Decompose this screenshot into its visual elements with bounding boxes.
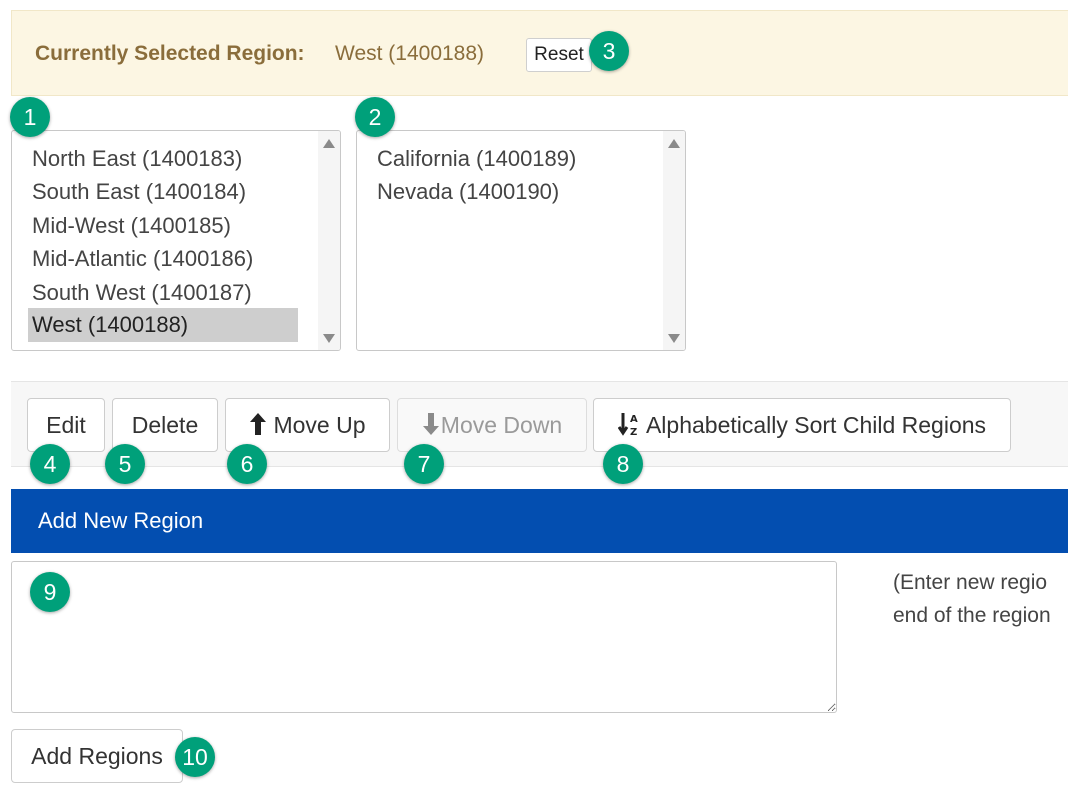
arrow-up-icon: [250, 413, 267, 435]
help-line: end of the region: [893, 604, 1051, 627]
region-toolbar: Edit Delete Move Up Move Down A Z Alphab…: [11, 381, 1068, 467]
sort-alpha-icon: A Z: [617, 413, 638, 438]
add-region-header: Add New Region: [11, 489, 1068, 553]
selected-region-value: West (1400188): [335, 42, 485, 65]
add-regions-button[interactable]: Add Regions: [11, 729, 183, 783]
child-list-scrollbar[interactable]: [663, 131, 685, 350]
region-option[interactable]: North East (1400183): [28, 142, 246, 176]
region-option[interactable]: Mid-Atlantic (1400186): [28, 242, 257, 276]
sort-child-regions-button[interactable]: A Z Alphabetically Sort Child Regions: [593, 398, 1011, 452]
scroll-down-arrow-icon[interactable]: [323, 334, 335, 343]
region-option-selected[interactable]: West (1400188): [28, 308, 298, 342]
scroll-up-arrow-icon[interactable]: [323, 139, 335, 148]
move-down-label: Move Down: [440, 412, 563, 438]
region-option[interactable]: Mid-West (1400185): [28, 209, 235, 243]
region-list-scrollbar[interactable]: [318, 131, 340, 350]
sort-label: Alphabetically Sort Child Regions: [645, 412, 987, 438]
arrow-down-icon: [422, 413, 439, 435]
child-region-option[interactable]: California (1400189): [373, 142, 580, 176]
scroll-up-arrow-icon[interactable]: [668, 139, 680, 148]
callout-7: 7: [404, 444, 444, 484]
callout-3: 3: [589, 31, 629, 71]
add-region-title: Add New Region: [38, 508, 204, 533]
callout-1: 1: [10, 97, 50, 137]
callout-6: 6: [227, 444, 267, 484]
move-up-label: Move Up: [273, 412, 366, 438]
scroll-down-arrow-icon[interactable]: [668, 334, 680, 343]
selected-region-banner: Currently Selected Region: West (1400188…: [11, 10, 1068, 96]
region-option[interactable]: South East (1400184): [28, 175, 250, 209]
callout-10: 10: [175, 737, 215, 777]
svg-text:A: A: [630, 414, 638, 425]
reset-button[interactable]: Reset: [526, 38, 592, 72]
new-regions-textarea[interactable]: [11, 561, 837, 713]
callout-4: 4: [30, 444, 70, 484]
add-region-help-text: (Enter new regio end of the region: [893, 566, 1068, 632]
selected-region-label: Currently Selected Region:: [35, 42, 305, 65]
callout-8: 8: [603, 444, 643, 484]
callout-9: 9: [30, 572, 70, 612]
help-line: (Enter new regio: [893, 571, 1048, 594]
edit-button[interactable]: Edit: [27, 398, 105, 452]
child-region-option[interactable]: Nevada (1400190): [373, 175, 563, 209]
callout-5: 5: [105, 444, 145, 484]
region-listbox[interactable]: North East (1400183) South East (1400184…: [11, 130, 341, 351]
svg-text:Z: Z: [630, 427, 637, 437]
child-region-listbox[interactable]: California (1400189) Nevada (1400190): [356, 130, 686, 351]
region-option[interactable]: South West (1400187): [28, 276, 256, 310]
callout-2: 2: [355, 97, 395, 137]
